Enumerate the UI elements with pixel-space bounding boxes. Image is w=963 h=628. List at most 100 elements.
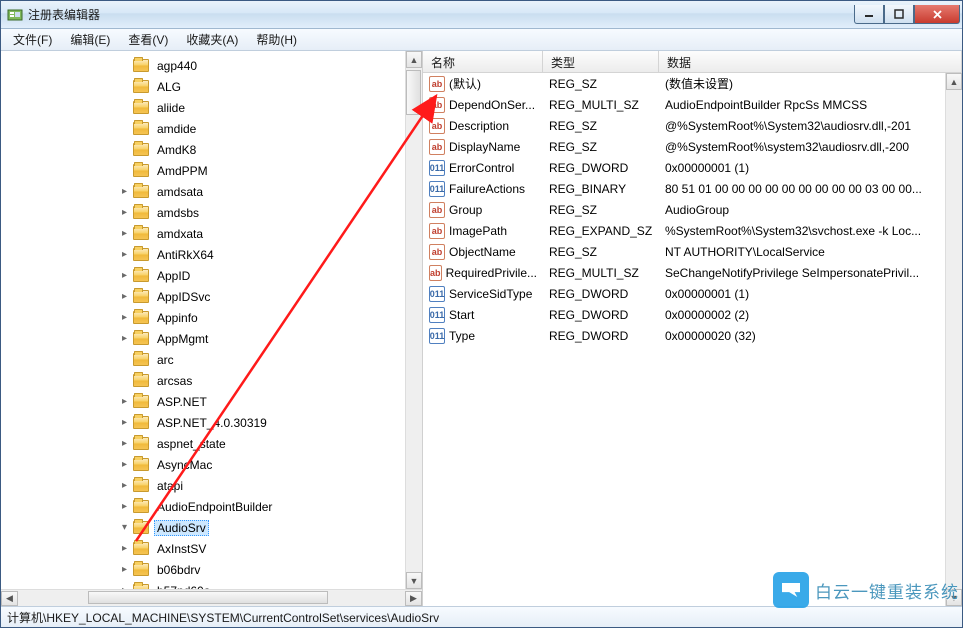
tree-node[interactable]: ▸amdsbs: [1, 202, 422, 223]
column-data[interactable]: 数据: [659, 51, 962, 72]
chevron-right-icon[interactable]: ▸: [119, 312, 130, 323]
registry-value-row[interactable]: ab(默认)REG_SZ(数值未设置): [423, 73, 962, 94]
tree-node[interactable]: ▸AntiRkX64: [1, 244, 422, 265]
menu-help[interactable]: 帮助(H): [248, 29, 305, 50]
scroll-thumb[interactable]: [406, 70, 421, 115]
scroll-thumb[interactable]: [88, 591, 328, 604]
scroll-right-icon[interactable]: ▶: [405, 591, 422, 606]
folder-icon: [133, 248, 149, 261]
tree-node[interactable]: arc: [1, 349, 422, 370]
tree-node[interactable]: ▸AudioEndpointBuilder: [1, 496, 422, 517]
folder-icon: [133, 563, 149, 576]
scroll-down-icon[interactable]: ▼: [406, 572, 422, 589]
list-rows[interactable]: ab(默认)REG_SZ(数值未设置)abDependOnSer...REG_M…: [423, 73, 962, 606]
folder-icon: [133, 269, 149, 282]
tree-node[interactable]: ▸aspnet_state: [1, 433, 422, 454]
chevron-right-icon[interactable]: ▸: [119, 459, 130, 470]
column-name[interactable]: 名称: [423, 51, 543, 72]
registry-value-row[interactable]: abObjectNameREG_SZNT AUTHORITY\LocalServ…: [423, 241, 962, 262]
tree-node[interactable]: ▾AudioSrv: [1, 517, 422, 538]
tree-node-label: aliide: [154, 100, 188, 116]
registry-value-row[interactable]: 011FailureActionsREG_BINARY80 51 01 00 0…: [423, 178, 962, 199]
tree-node[interactable]: ▸ASP.NET: [1, 391, 422, 412]
tree-node[interactable]: ▸AxInstSV: [1, 538, 422, 559]
registry-value-row[interactable]: abImagePathREG_EXPAND_SZ%SystemRoot%\Sys…: [423, 220, 962, 241]
tree-node[interactable]: ▸b06bdrv: [1, 559, 422, 580]
tree-node[interactable]: ▸amdxata: [1, 223, 422, 244]
chevron-right-icon[interactable]: ▸: [119, 396, 130, 407]
chevron-right-icon[interactable]: ▸: [119, 438, 130, 449]
maximize-button[interactable]: [884, 5, 914, 24]
menu-view[interactable]: 查看(V): [120, 29, 176, 50]
folder-icon: [133, 80, 149, 93]
registry-value-row[interactable]: abDependOnSer...REG_MULTI_SZAudioEndpoin…: [423, 94, 962, 115]
tree-node[interactable]: ▸AppMgmt: [1, 328, 422, 349]
tree-node[interactable]: ▸amdsata: [1, 181, 422, 202]
chevron-down-icon[interactable]: ▾: [119, 522, 130, 533]
title-bar[interactable]: 注册表编辑器: [1, 1, 962, 29]
minimize-button[interactable]: [854, 5, 884, 24]
tree-node[interactable]: ▸AsyncMac: [1, 454, 422, 475]
tree-horizontal-scrollbar[interactable]: ◀ ▶: [1, 589, 422, 606]
tree-node[interactable]: ALG: [1, 76, 422, 97]
close-button[interactable]: [914, 5, 960, 24]
list-vertical-scrollbar[interactable]: ▲ ▼: [945, 73, 962, 606]
chevron-right-icon[interactable]: ▸: [119, 543, 130, 554]
binary-value-icon: 011: [429, 160, 445, 176]
tree-node[interactable]: ▸ASP.NET_4.0.30319: [1, 412, 422, 433]
tree-node[interactable]: ▸atapi: [1, 475, 422, 496]
tree-node[interactable]: ▸b57nd60a: [1, 580, 422, 589]
registry-editor-window: 注册表编辑器 文件(F) 编辑(E) 查看(V) 收藏夹(A) 帮助(H) ag…: [0, 0, 963, 628]
chevron-right-icon[interactable]: ▸: [119, 186, 130, 197]
tree-list[interactable]: agp440ALG aliide amdideAmdK8AmdPPM▸amdsata…: [1, 51, 422, 589]
scroll-left-icon[interactable]: ◀: [1, 591, 18, 606]
folder-icon: [133, 500, 149, 513]
tree-node[interactable]: AmdPPM: [1, 160, 422, 181]
chevron-right-icon[interactable]: ▸: [119, 333, 130, 344]
tree-node[interactable]: arcsas: [1, 370, 422, 391]
chevron-right-icon[interactable]: ▸: [119, 480, 130, 491]
chevron-right-icon[interactable]: ▸: [119, 585, 130, 589]
value-data: @%SystemRoot%\System32\audiosrv.dll,-201: [659, 119, 962, 133]
chevron-right-icon[interactable]: ▸: [119, 501, 130, 512]
chevron-right-icon[interactable]: [119, 60, 130, 71]
registry-value-row[interactable]: abGroupREG_SZAudioGroup: [423, 199, 962, 220]
tree-node[interactable]: amdide: [1, 118, 422, 139]
scroll-down-icon[interactable]: ▼: [946, 589, 962, 606]
menu-file[interactable]: 文件(F): [5, 29, 60, 50]
tree-vertical-scrollbar[interactable]: ▲ ▼: [405, 51, 422, 589]
tree-node[interactable]: AmdK8: [1, 139, 422, 160]
tree-node[interactable]: ▸Appinfo: [1, 307, 422, 328]
chevron-right-icon[interactable]: ▸: [119, 564, 130, 575]
registry-value-row[interactable]: 011TypeREG_DWORD0x00000020 (32): [423, 325, 962, 346]
chevron-right-icon[interactable]: ▸: [119, 249, 130, 260]
registry-value-row[interactable]: 011StartREG_DWORD0x00000002 (2): [423, 304, 962, 325]
chevron-right-icon[interactable]: [119, 354, 130, 365]
value-type: REG_SZ: [543, 245, 659, 259]
column-type[interactable]: 类型: [543, 51, 659, 72]
tree-node[interactable]: aliide: [1, 97, 422, 118]
chevron-right-icon[interactable]: ▸: [119, 291, 130, 302]
tree-node[interactable]: ▸AppIDSvc: [1, 286, 422, 307]
tree-node[interactable]: ▸AppID: [1, 265, 422, 286]
scroll-up-icon[interactable]: ▲: [946, 73, 962, 90]
chevron-right-icon[interactable]: ▸: [119, 417, 130, 428]
chevron-right-icon[interactable]: [119, 102, 130, 113]
chevron-right-icon[interactable]: [119, 144, 130, 155]
chevron-right-icon[interactable]: ▸: [119, 270, 130, 281]
registry-value-row[interactable]: abDescriptionREG_SZ@%SystemRoot%\System3…: [423, 115, 962, 136]
chevron-right-icon[interactable]: [119, 81, 130, 92]
registry-value-row[interactable]: 011ErrorControlREG_DWORD0x00000001 (1): [423, 157, 962, 178]
chevron-right-icon[interactable]: ▸: [119, 228, 130, 239]
chevron-right-icon[interactable]: ▸: [119, 207, 130, 218]
registry-value-row[interactable]: abDisplayNameREG_SZ@%SystemRoot%\system3…: [423, 136, 962, 157]
chevron-right-icon[interactable]: [119, 375, 130, 386]
menu-favorites[interactable]: 收藏夹(A): [178, 29, 246, 50]
registry-value-row[interactable]: 011ServiceSidTypeREG_DWORD0x00000001 (1): [423, 283, 962, 304]
scroll-up-icon[interactable]: ▲: [406, 51, 422, 68]
tree-node[interactable]: agp440: [1, 55, 422, 76]
chevron-right-icon[interactable]: [119, 123, 130, 134]
registry-value-row[interactable]: abRequiredPrivile...REG_MULTI_SZSeChange…: [423, 262, 962, 283]
chevron-right-icon[interactable]: [119, 165, 130, 176]
menu-edit[interactable]: 编辑(E): [62, 29, 118, 50]
